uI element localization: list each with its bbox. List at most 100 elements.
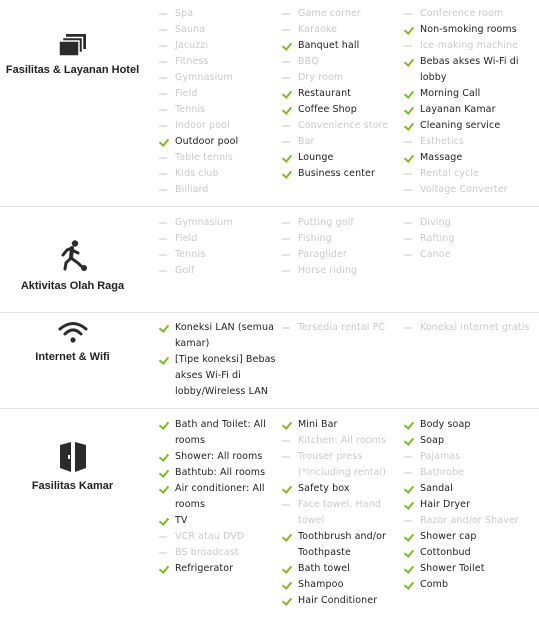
- facility-label: VCR atau DVD: [175, 531, 245, 542]
- facility-item-unavailable: Razor and/or Shaver: [403, 513, 537, 529]
- facility-item-unavailable: Spa: [158, 6, 276, 22]
- facility-column: Koneksi internet gratis: [403, 320, 537, 336]
- facility-label: Safety box: [298, 483, 350, 494]
- facility-item-available: Massage: [403, 150, 537, 166]
- facility-item-available: Bathtub: All rooms: [158, 465, 276, 481]
- facility-item-unavailable: Billiard: [158, 182, 276, 198]
- facility-item-available: Lounge: [281, 150, 399, 166]
- check-icon: [403, 417, 415, 433]
- facility-item-unavailable: BBQ: [281, 54, 399, 70]
- facility-label: Morning Call: [420, 88, 481, 99]
- facility-label: Pajamas: [420, 451, 461, 462]
- facility-label: Sandal: [420, 483, 453, 494]
- facility-label: Bebas akses Wi-Fi di lobby: [420, 56, 519, 83]
- facility-item-unavailable: Dry room: [281, 70, 399, 86]
- facility-label: Shower: All rooms: [175, 451, 263, 462]
- facility-label: BS broadcast: [175, 547, 239, 558]
- facility-label: Conference room: [420, 8, 504, 19]
- dash-icon: [403, 166, 415, 182]
- facility-item-available: Mini Bar: [281, 417, 399, 433]
- facility-item-available: Sandal: [403, 481, 537, 497]
- dash-icon: [281, 54, 293, 70]
- dash-icon: [281, 134, 293, 150]
- dash-icon: [158, 215, 170, 231]
- facility-label: Refrigerator: [175, 563, 234, 574]
- facility-item-available: Hair Conditioner: [281, 593, 399, 609]
- facility-label: Bath towel: [298, 563, 350, 574]
- facility-column: Mini Bar Kitchen: All rooms Trouser press …: [281, 417, 399, 609]
- facility-label: Shampoo: [298, 579, 344, 590]
- facility-label: Karaoke: [298, 24, 338, 35]
- facility-label: Business center: [298, 168, 375, 179]
- facility-label: Sauna: [175, 24, 206, 35]
- section-sports: Aktivitas Olah Raga Gymnasium Field Tennis…: [0, 207, 539, 313]
- facility-label: Bathtub: All rooms: [175, 467, 266, 478]
- facility-label: Trouser press (*including rental): [298, 451, 387, 478]
- facility-item-available: Business center: [281, 166, 399, 182]
- check-icon: [403, 86, 415, 102]
- facility-item-unavailable: Pajamas: [403, 449, 537, 465]
- check-icon: [403, 481, 415, 497]
- facility-label: Putting golf: [298, 217, 354, 228]
- facility-label: Game corner: [298, 8, 361, 19]
- facility-item-available: Bath and Toilet: All rooms: [158, 417, 276, 449]
- facility-item-unavailable: Conference room: [403, 6, 537, 22]
- dash-icon: [281, 433, 293, 449]
- facility-item-unavailable: Game corner: [281, 6, 399, 22]
- facility-label: Paraglider: [298, 249, 347, 260]
- facility-label: Banquet hall: [298, 40, 360, 51]
- facility-item-available: Shampoo: [281, 577, 399, 593]
- facility-item-unavailable: Table tennis: [158, 150, 276, 166]
- facility-label: Tennis: [175, 249, 206, 260]
- facility-label: Dry room: [298, 72, 344, 83]
- facility-label: Body soap: [420, 419, 471, 430]
- facility-item-available: Outdoor pool: [158, 134, 276, 150]
- facility-label: Toothbrush and/or Toothpaste: [298, 531, 386, 558]
- check-icon: [281, 529, 293, 545]
- facility-label: Table tennis: [175, 152, 233, 163]
- check-icon: [158, 320, 170, 336]
- facility-item-unavailable: Koneksi internet gratis: [403, 320, 537, 336]
- facility-label: Fitness: [175, 56, 209, 67]
- facility-item-unavailable: Horse riding: [281, 263, 399, 279]
- check-icon: [281, 577, 293, 593]
- check-icon: [158, 352, 170, 368]
- facility-label: Tersedia rental PC: [298, 322, 386, 333]
- dash-icon: [158, 86, 170, 102]
- section-internet-wifi: Internet & Wifi Koneksi LAN (semua kamar…: [0, 313, 539, 409]
- facility-item-unavailable: Karaoke: [281, 22, 399, 38]
- facility-item-available: [Tipe koneksi] Bebas akses Wi-Fi di lobb…: [158, 352, 276, 400]
- dash-icon: [281, 70, 293, 86]
- facility-item-available: Restaurant: [281, 86, 399, 102]
- facility-column: Gymnasium Field Tennis Golf: [158, 215, 276, 279]
- facility-label: Bathrobe: [420, 467, 465, 478]
- facility-label: Layanan Kamar: [420, 104, 496, 115]
- facility-column: Tersedia rental PC: [281, 320, 399, 336]
- facility-item-available: Soap: [403, 433, 537, 449]
- check-icon: [403, 561, 415, 577]
- facility-item-unavailable: Rafting: [403, 231, 537, 247]
- facility-item-unavailable: Esthetics: [403, 134, 537, 150]
- facility-label: Soap: [420, 435, 445, 446]
- room-door-icon: [59, 442, 86, 472]
- check-icon: [281, 86, 293, 102]
- facility-label: Voltage Converter: [420, 184, 508, 195]
- check-icon: [281, 38, 293, 54]
- check-icon: [403, 102, 415, 118]
- facility-item-unavailable: Kitchen: All rooms: [281, 433, 399, 449]
- dash-icon: [403, 320, 415, 336]
- check-icon: [158, 134, 170, 150]
- facility-label: [Tipe koneksi] Bebas akses Wi-Fi di lobb…: [175, 354, 276, 397]
- check-icon: [403, 545, 415, 561]
- facility-item-unavailable: Putting golf: [281, 215, 399, 231]
- facility-label: Shower Toilet: [420, 563, 485, 574]
- section-title: Aktivitas Olah Raga: [20, 280, 125, 292]
- facility-label: TV: [175, 515, 188, 526]
- check-icon: [281, 150, 293, 166]
- check-icon: [158, 465, 170, 481]
- facility-item-unavailable: Fishing: [281, 231, 399, 247]
- facility-item-available: Cottonbud: [403, 545, 537, 561]
- facility-label: Jacuzzi: [175, 40, 209, 51]
- facility-item-available: Bath towel: [281, 561, 399, 577]
- dash-icon: [158, 38, 170, 54]
